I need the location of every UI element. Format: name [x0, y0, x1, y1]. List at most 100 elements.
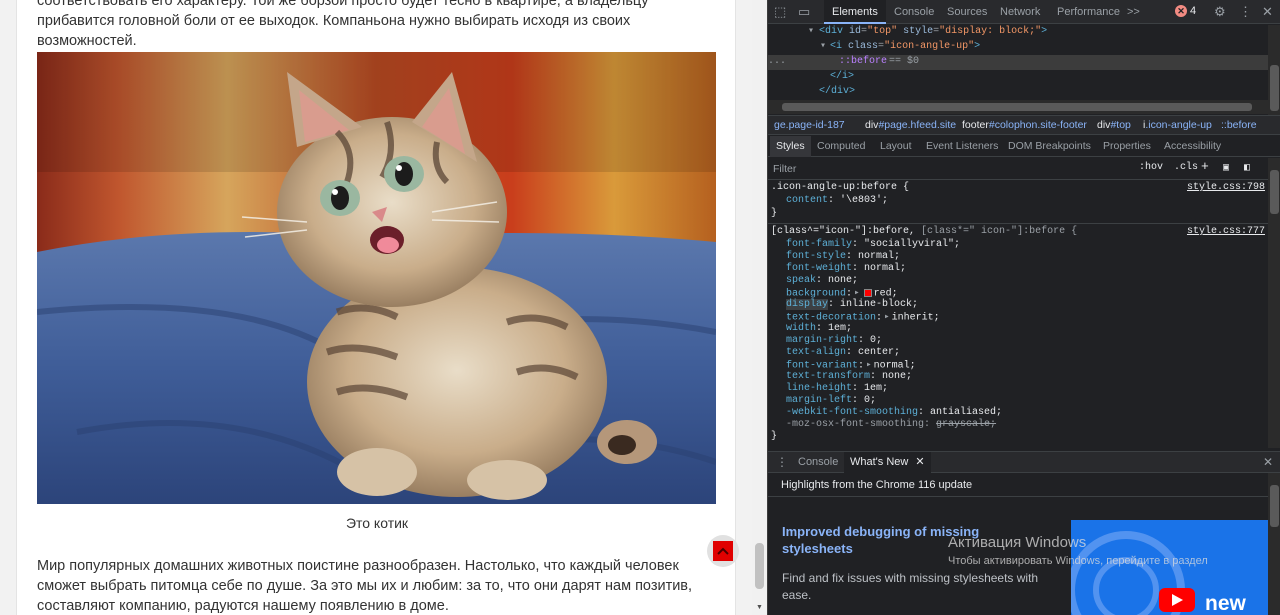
collapse-arrow-icon[interactable]: ▾: [820, 40, 826, 55]
rule-close: }: [771, 208, 778, 219]
css-declaration[interactable]: font-style: normal;: [786, 251, 1268, 263]
inspect-element-icon[interactable]: ⬚: [774, 4, 786, 20]
css-declaration[interactable]: text-transform: none;: [786, 371, 1268, 383]
drawer-tab-console[interactable]: Console: [792, 452, 844, 474]
tab-elements[interactable]: Elements: [824, 0, 886, 24]
rule-source-link[interactable]: style.css:798: [1187, 182, 1265, 194]
image-caption: Это котик: [345, 515, 409, 531]
breadcrumb-item[interactable]: footer#colophon.site-footer: [962, 119, 1087, 131]
rule-source-link[interactable]: style.css:777: [1187, 226, 1265, 238]
device-toolbar-icon[interactable]: ▭: [798, 4, 810, 20]
article-paragraph-top: соответствовать его характеру. Той же бо…: [37, 0, 649, 49]
breadcrumb-item[interactable]: i.icon-angle-up: [1143, 119, 1212, 131]
css-declaration[interactable]: text-align: center;: [786, 347, 1268, 359]
close-icon[interactable]: ✕: [915, 456, 924, 468]
rule-separator: [768, 223, 1268, 224]
dom-ellipsis[interactable]: ...: [768, 55, 786, 70]
tab-layout[interactable]: Layout: [874, 136, 918, 157]
error-count-badge[interactable]: ✕ 4: [1175, 5, 1196, 17]
expand-triangle-icon[interactable]: ▶: [855, 287, 859, 299]
rule-close: }: [771, 431, 778, 442]
breadcrumb-item[interactable]: ::before: [1221, 119, 1257, 131]
drawer-scrollbar-thumb[interactable]: [1270, 485, 1279, 527]
css-declaration[interactable]: -webkit-font-smoothing: antialiased;: [786, 407, 1268, 419]
dom-attr-name: id: [849, 26, 862, 37]
dom-tree: ▾ <div id="top" style="display: block;">…: [768, 25, 1268, 100]
css-declaration[interactable]: font-weight: normal;: [786, 263, 1268, 275]
styles-scrollbar[interactable]: [1268, 158, 1280, 448]
css-declaration[interactable]: display: inline-block;: [786, 299, 1268, 311]
css-declaration[interactable]: width: 1em;: [786, 323, 1268, 335]
drawer-menu-icon[interactable]: ⋮: [776, 455, 788, 469]
css-declaration[interactable]: margin-left: 0;: [786, 395, 1268, 407]
more-options-icon[interactable]: ⋮: [1239, 4, 1252, 20]
windows-activation-hint: Чтобы активировать Windows, перейдите в …: [948, 555, 1208, 567]
drawer-tab-whats-new[interactable]: What's New ✕: [844, 452, 931, 474]
dom-tag-close: >: [1041, 26, 1048, 37]
page-scrollbar-thumb[interactable]: [755, 543, 764, 589]
css-declaration[interactable]: content: '\e803';: [786, 195, 1268, 207]
more-tabs-button[interactable]: >>: [1119, 0, 1148, 24]
css-declaration[interactable]: margin-right: 0;: [786, 335, 1268, 347]
thumbnail-text: new: [1205, 592, 1246, 615]
scroll-to-top-button[interactable]: [707, 535, 739, 567]
article: соответствовать его характеру. Той же бо…: [16, 0, 739, 615]
dom-node-before-selected[interactable]: ... ::before == $0: [768, 55, 1268, 70]
dom-node-div-top[interactable]: ▾ <div id="top" style="display: block;">: [768, 25, 1268, 40]
dom-pseudo-element: ::before: [839, 56, 888, 67]
tab-accessibility[interactable]: Accessibility: [1158, 136, 1227, 157]
whats-new-panel: Highlights from the Chrome 116 update Im…: [768, 473, 1280, 615]
dom-node-i-icon[interactable]: ▾ <i class="icon-angle-up">: [768, 40, 1268, 55]
hover-state-toggle[interactable]: :hov: [1139, 162, 1163, 173]
chevron-up-icon: [713, 541, 733, 561]
expand-triangle-icon[interactable]: ▶: [885, 311, 889, 323]
css-declaration[interactable]: line-height: 1em;: [786, 383, 1268, 395]
dom-tree-scrollbar[interactable]: [1268, 25, 1280, 115]
styles-filter-input[interactable]: [768, 158, 1128, 179]
dom-tag-close: </div>: [819, 86, 856, 97]
breadcrumb-item[interactable]: div#top: [1097, 119, 1131, 131]
css-declaration[interactable]: speak: none;: [786, 275, 1268, 287]
breadcrumb-item[interactable]: ge.page-id-187: [774, 119, 845, 131]
tab-event-listeners[interactable]: Event Listeners: [920, 136, 1004, 157]
devtools-toolbar: ⬚ ▭ Elements Console Sources Network Per…: [768, 0, 1280, 24]
tab-sources[interactable]: Sources: [939, 0, 995, 24]
tab-styles[interactable]: Styles: [770, 136, 811, 157]
gear-icon[interactable]: ⚙: [1214, 4, 1226, 20]
tab-performance[interactable]: Performance: [1049, 0, 1128, 24]
css-declaration-invalid[interactable]: -moz-osx-font-smoothing: grayscale;: [786, 419, 1268, 431]
page-scrollbar[interactable]: ▼: [752, 0, 767, 615]
brush-icon[interactable]: ▣: [1223, 162, 1229, 174]
tab-console[interactable]: Console: [886, 0, 942, 24]
dom-node-div-close[interactable]: </div>: [768, 85, 1268, 100]
collapse-arrow-icon[interactable]: ▾: [808, 25, 814, 40]
dom-node-i-close[interactable]: </i>: [768, 70, 1268, 85]
tab-network[interactable]: Network: [992, 0, 1048, 24]
tab-computed[interactable]: Computed: [811, 136, 871, 157]
error-icon: ✕: [1175, 5, 1187, 17]
whats-new-heading: Highlights from the Chrome 116 update: [781, 479, 973, 491]
whats-new-video-thumbnail[interactable]: new: [1071, 520, 1268, 615]
breadcrumb-item[interactable]: div#page.hfeed.site: [865, 119, 956, 131]
css-declaration[interactable]: font-family: "sociallyviral";: [786, 239, 1268, 251]
close-drawer-icon[interactable]: ✕: [1263, 455, 1273, 469]
class-toggle[interactable]: .cls: [1174, 162, 1198, 173]
sidebar-toggle-icon[interactable]: ◧: [1244, 162, 1250, 174]
dom-attr-value: "display: block;": [939, 26, 1042, 37]
dom-tag: <div: [819, 26, 844, 37]
tab-properties[interactable]: Properties: [1097, 136, 1157, 157]
scroll-down-arrow-icon[interactable]: ▼: [756, 604, 763, 611]
add-rule-icon[interactable]: +: [1201, 159, 1209, 174]
whats-new-card-text: Find and fix issues with missing stylesh…: [782, 571, 1039, 602]
color-swatch[interactable]: [863, 289, 872, 297]
drawer-scrollbar[interactable]: [1268, 473, 1280, 615]
dom-attr-name: class: [848, 41, 879, 52]
dom-tree-horizontal-scrollbar[interactable]: [768, 100, 1268, 114]
close-icon[interactable]: ✕: [1262, 4, 1273, 20]
expand-triangle-icon[interactable]: ▶: [867, 359, 871, 371]
styles-scrollbar-thumb[interactable]: [1270, 170, 1279, 214]
kitten-photo: [37, 52, 716, 504]
tab-dom-breakpoints[interactable]: DOM Breakpoints: [1002, 136, 1097, 157]
dom-tree-horizontal-thumb[interactable]: [782, 103, 1252, 111]
dom-tree-scrollbar-thumb[interactable]: [1270, 65, 1279, 111]
